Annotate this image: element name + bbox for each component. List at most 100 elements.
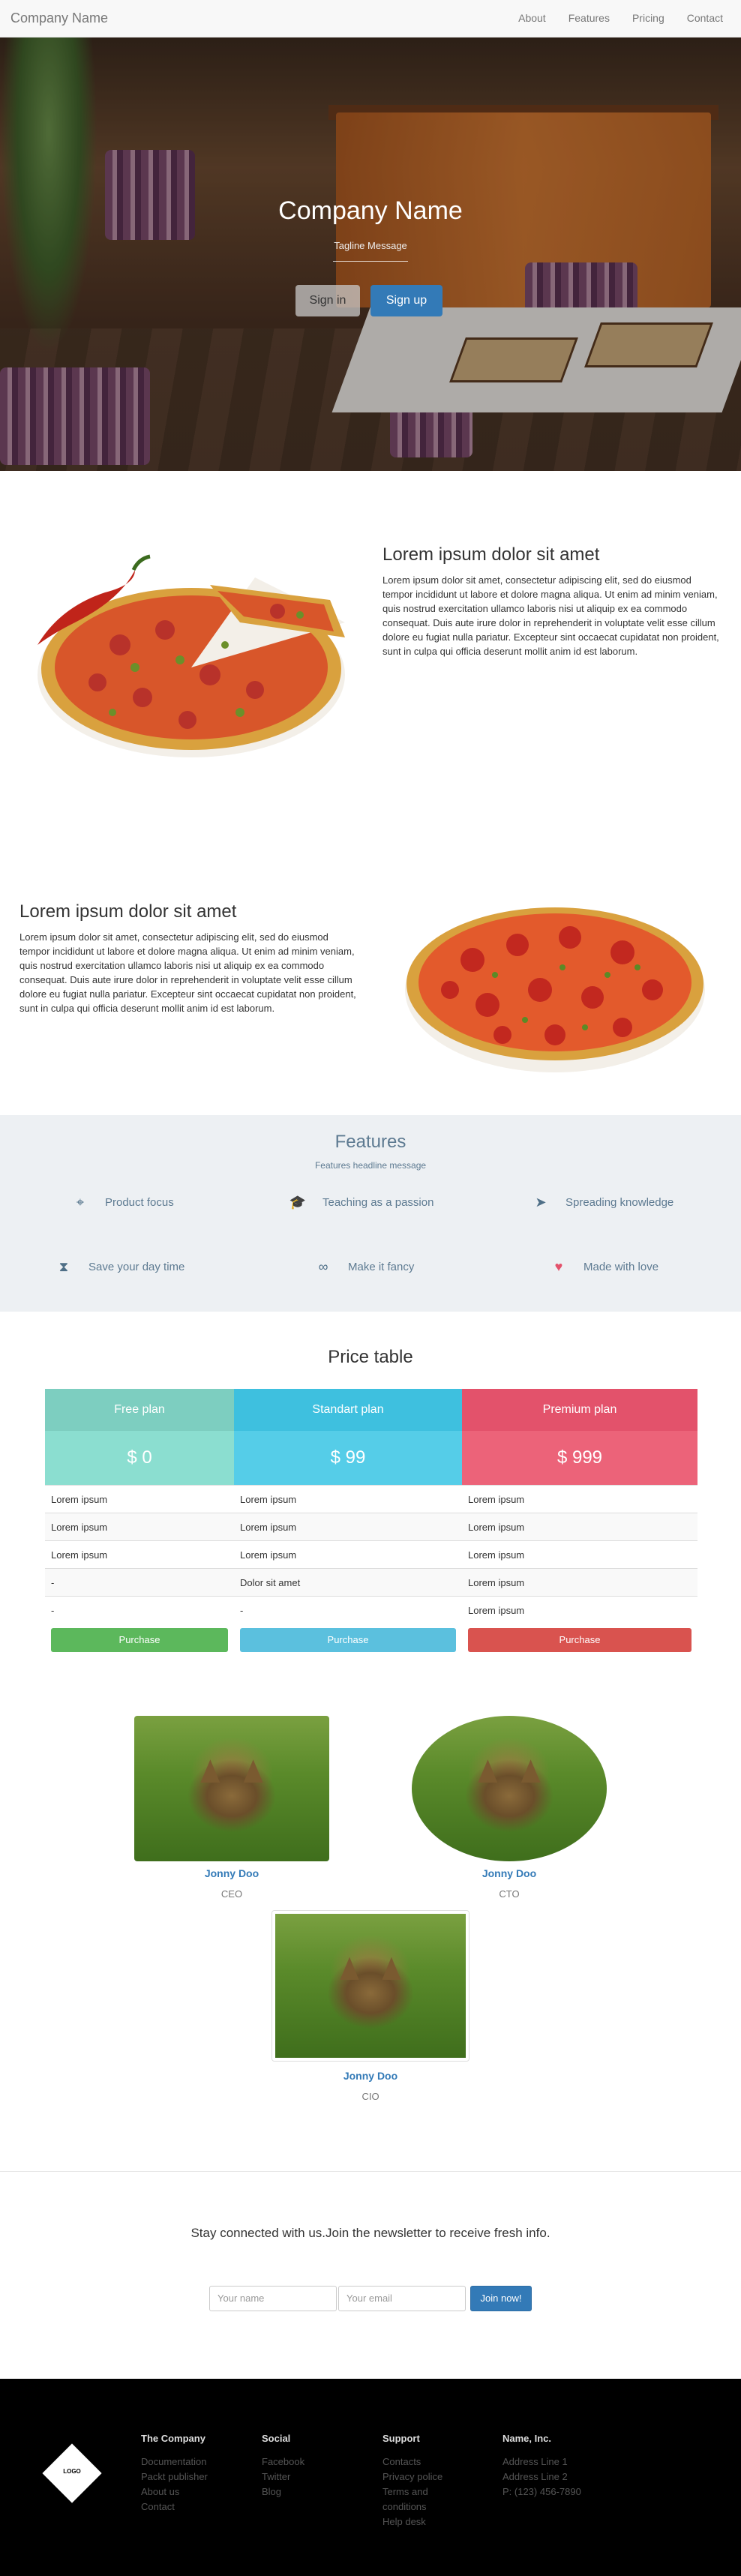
feature-label: Teaching as a passion xyxy=(322,1196,434,1209)
feature-item: ♥ Made with love xyxy=(546,1259,658,1275)
pizza-slice-image xyxy=(38,554,345,757)
hourglass-icon: ⧗ xyxy=(58,1259,69,1274)
plan-feature: Lorem ipsum xyxy=(462,1485,698,1513)
footer-col-support: Support Contacts Privacy police Terms an… xyxy=(382,2433,472,2530)
footer-address: Address Line 2 xyxy=(502,2471,568,2482)
feature-label: Save your day time xyxy=(88,1261,185,1273)
newsletter-name-input[interactable]: Your name xyxy=(209,2286,337,2311)
member-name[interactable]: Jonny Doo xyxy=(412,1867,607,1879)
plan-feature: Lorem ipsum xyxy=(45,1513,234,1540)
signin-button[interactable]: Sign in xyxy=(296,285,360,316)
feature-item: ∞ Make it fancy xyxy=(310,1259,415,1275)
footer-col-company: The Company Documentation Packt publishe… xyxy=(141,2433,208,2515)
footer-col-social: Social Facebook Twitter Blog xyxy=(262,2433,304,2500)
feature-label: Made with love xyxy=(584,1261,659,1273)
plan-feature: Lorem ipsum xyxy=(234,1540,462,1568)
footer-link[interactable]: About us xyxy=(141,2485,208,2500)
feature-item: 🎓 Teaching as a passion xyxy=(285,1195,434,1210)
plan-price: $ 999 xyxy=(462,1431,698,1485)
plan-standart: Standart plan $ 99 Lorem ipsum Lorem ips… xyxy=(234,1389,462,1657)
nav-link-features[interactable]: Features xyxy=(568,12,610,24)
plan-price: $ 0 xyxy=(45,1431,234,1485)
feature-item: ⧗ Save your day time xyxy=(51,1259,185,1275)
nav-link-about[interactable]: About xyxy=(518,12,546,24)
plan-feature: Lorem ipsum xyxy=(462,1540,698,1568)
plan-feature: Lorem ipsum xyxy=(45,1485,234,1513)
member-role: CEO xyxy=(220,1888,243,1900)
nav-link-pricing[interactable]: Pricing xyxy=(632,12,664,24)
plan-name: Standart plan xyxy=(234,1389,462,1431)
row2-title: Lorem ipsum dolor sit amet xyxy=(20,901,237,922)
footer-link[interactable]: Blog xyxy=(262,2485,304,2500)
plan-feature: Dolor sit amet xyxy=(234,1568,462,1596)
footer: LOGO The Company Documentation Packt pub… xyxy=(0,2379,741,2576)
row1-text: Lorem ipsum dolor sit amet, consectetur … xyxy=(382,574,719,657)
plan-feature: - xyxy=(234,1596,462,1624)
feature-label: Make it fancy xyxy=(348,1261,415,1273)
graduation-cap-icon: 🎓 xyxy=(289,1195,307,1210)
footer-address: Address Line 1 xyxy=(502,2456,568,2467)
plan-feature: - xyxy=(45,1568,234,1596)
features-section: Features Features headline message ⌖ Pro… xyxy=(0,1115,741,1312)
row1-title: Lorem ipsum dolor sit amet xyxy=(382,544,600,565)
hero-title: Company Name xyxy=(278,196,463,225)
logo-text: LOGO xyxy=(63,2468,81,2475)
plan-feature: Lorem ipsum xyxy=(234,1513,462,1540)
row2-text: Lorem ipsum dolor sit amet, consectetur … xyxy=(20,931,356,1014)
member-name[interactable]: Jonny Doo xyxy=(134,1867,329,1879)
plan-feature: Lorem ipsum xyxy=(45,1540,234,1568)
nav-link-contact[interactable]: Contact xyxy=(687,12,723,24)
plan-feature: Lorem ipsum xyxy=(462,1568,698,1596)
plan-feature: - xyxy=(45,1596,234,1624)
purchase-button[interactable]: Purchase xyxy=(51,1628,228,1652)
footer-heading: Name, Inc. xyxy=(502,2433,552,2444)
glasses-icon: ∞ xyxy=(318,1259,328,1274)
join-button[interactable]: Join now! xyxy=(470,2286,532,2311)
plan-price: $ 99 xyxy=(234,1431,462,1485)
plan-premium: Premium plan $ 999 Lorem ipsum Lorem ips… xyxy=(462,1389,698,1657)
heart-icon: ♥ xyxy=(554,1259,563,1274)
features-title: Features xyxy=(334,1132,406,1152)
features-subtitle: Features headline message xyxy=(314,1160,427,1171)
pizza-image xyxy=(405,907,705,1072)
footer-link[interactable]: Contacts xyxy=(382,2455,472,2470)
hero-overlay xyxy=(0,37,741,471)
member-name[interactable]: Jonny Doo xyxy=(273,2070,468,2082)
footer-link[interactable]: Documentation xyxy=(141,2455,208,2470)
purchase-button[interactable]: Purchase xyxy=(468,1628,692,1652)
kitten-image xyxy=(275,1914,466,2058)
footer-link[interactable]: Help desk xyxy=(382,2515,472,2530)
footer-heading: The Company xyxy=(141,2433,206,2444)
footer-link[interactable]: Facebook xyxy=(262,2455,304,2470)
purchase-button[interactable]: Purchase xyxy=(240,1628,456,1652)
team-photo-circle xyxy=(412,1716,607,1861)
brand-link[interactable]: Company Name xyxy=(10,10,108,26)
team-photo-rounded xyxy=(134,1716,329,1861)
plan-name: Premium plan xyxy=(462,1389,698,1431)
hero-divider xyxy=(333,261,408,262)
footer-col-address: Name, Inc. Address Line 1 Address Line 2… xyxy=(502,2433,581,2500)
member-role: CIO xyxy=(362,2091,380,2102)
signup-button[interactable]: Sign up xyxy=(370,285,442,316)
navbar: Company Name About Features Pricing Cont… xyxy=(0,0,741,37)
crosshair-icon: ⌖ xyxy=(76,1195,85,1210)
footer-heading: Social xyxy=(262,2433,291,2444)
newsletter-email-input[interactable]: Your email xyxy=(338,2286,466,2311)
feature-item: ➤ Spreading knowledge xyxy=(528,1195,674,1210)
paper-plane-icon: ➤ xyxy=(535,1195,547,1210)
kitten-image xyxy=(412,1716,607,1861)
feature-label: Spreading knowledge xyxy=(566,1196,674,1209)
footer-link[interactable]: Twitter xyxy=(262,2470,304,2485)
footer-link[interactable]: Contact xyxy=(141,2500,208,2515)
feature-label: Product focus xyxy=(105,1196,174,1209)
hero-tagline: Tagline Message xyxy=(334,240,407,251)
plan-feature: Lorem ipsum xyxy=(462,1513,698,1540)
footer-link[interactable]: Privacy police xyxy=(382,2470,472,2485)
footer-link[interactable]: Terms and conditions xyxy=(382,2485,472,2515)
footer-link[interactable]: Packt publisher xyxy=(141,2470,208,2485)
feature-item: ⌖ Product focus xyxy=(68,1195,174,1210)
member-role: CTO xyxy=(499,1888,520,1900)
price-table-title: Price table xyxy=(328,1347,413,1367)
plan-feature: Lorem ipsum xyxy=(234,1485,462,1513)
plan-feature: Lorem ipsum xyxy=(462,1596,698,1624)
